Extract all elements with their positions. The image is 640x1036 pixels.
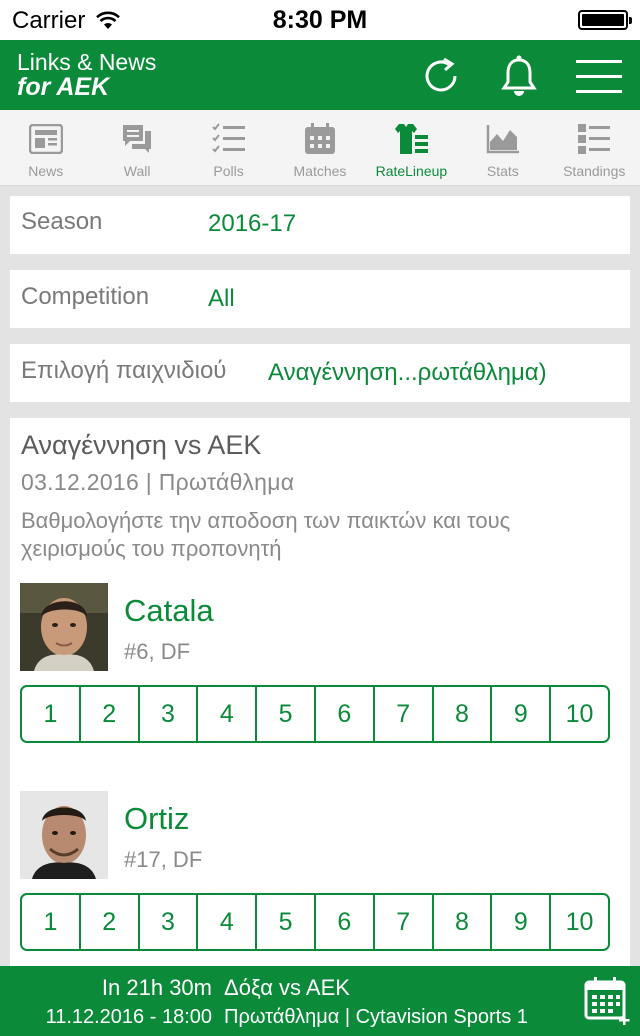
season-value[interactable]: 2016-17 [208, 210, 296, 238]
next-match-bar[interactable]: In 21h 30m Δόξα vs AEK 11.12.2016 - 18:0… [0, 966, 640, 1036]
rating-option[interactable]: 6 [316, 895, 375, 949]
game-select-value[interactable]: Αναγέννηση...ρωτάθλημα) [268, 359, 547, 387]
notifications-button[interactable] [496, 54, 542, 98]
tab-bar: News Wall Polls Matches RateLineup Stats… [0, 110, 640, 186]
rating-option[interactable]: 1 [22, 687, 81, 741]
rating-option[interactable]: 2 [81, 687, 140, 741]
rating-selector: 1 2 3 4 5 6 7 8 9 10 [20, 685, 610, 743]
rating-option[interactable]: 1 [22, 895, 81, 949]
rating-selector: 1 2 3 4 5 6 7 8 9 10 [20, 893, 610, 951]
refresh-icon [425, 57, 457, 92]
next-match-broadcast: Πρωτάθλημα | Cytavision Sports 1 [224, 1006, 528, 1028]
player-name[interactable]: Catala [124, 593, 214, 629]
tab-label: Standings [563, 163, 626, 179]
news-icon [28, 124, 63, 154]
rating-option[interactable]: 10 [551, 895, 608, 949]
app-title-line1: Links & News [17, 49, 157, 75]
rating-option[interactable]: 6 [316, 687, 375, 741]
bell-icon [501, 55, 537, 96]
competition-row[interactable]: Competition All [10, 270, 630, 328]
menu-button[interactable] [576, 54, 622, 98]
rating-option[interactable]: 5 [257, 687, 316, 741]
player-info: #17, DF [124, 847, 203, 872]
rating-option[interactable]: 2 [81, 895, 140, 949]
tab-polls[interactable]: Polls [183, 110, 274, 185]
rating-option[interactable]: 8 [434, 687, 493, 741]
tab-news[interactable]: News [0, 110, 91, 185]
player-card: Catala #6, DF 1 2 3 4 5 6 7 8 9 10 [20, 583, 620, 743]
wall-icon [123, 125, 152, 153]
rating-option[interactable]: 10 [551, 687, 608, 741]
rating-option[interactable]: 7 [375, 687, 434, 741]
tab-wall[interactable]: Wall [91, 110, 182, 185]
match-meta: 03.12.2016 | Πρωτάθλημα [21, 469, 295, 495]
rating-option[interactable]: 8 [434, 895, 493, 949]
rating-instructions: Βαθμολογήστε την αποδοση των παικτών και… [21, 508, 511, 561]
player-info: #6, DF [124, 639, 191, 664]
status-bar: Carrier 8:30 PM [0, 0, 640, 40]
season-row[interactable]: Season 2016-17 [10, 196, 630, 254]
next-match-name: Δόξα vs AEK [224, 975, 350, 1000]
competition-label: Competition [21, 283, 150, 310]
rating-option[interactable]: 4 [198, 687, 258, 741]
competition-value[interactable]: All [208, 285, 235, 313]
tab-label: News [28, 163, 64, 179]
game-select-label: Επιλογή παιχνιδιού [21, 357, 227, 384]
match-title: Αναγέννηση vs AEK [21, 430, 262, 460]
rate-lineup-card: Αναγέννηση vs AEK 03.12.2016 | Πρωτάθλημ… [10, 418, 630, 978]
add-to-calendar-button[interactable] [584, 976, 632, 1026]
app-title-line2: for AEK [17, 73, 110, 101]
player-photo [20, 791, 108, 879]
tab-label: Wall [123, 163, 151, 179]
tab-label: Polls [213, 163, 244, 179]
player-name[interactable]: Ortiz [124, 801, 189, 837]
player-photo [20, 583, 108, 671]
refresh-button[interactable] [418, 54, 464, 98]
polls-icon [211, 123, 245, 153]
rating-option[interactable]: 3 [140, 895, 199, 949]
rating-option[interactable]: 3 [140, 687, 199, 741]
menu-icon [576, 60, 622, 93]
app-header: Links & News for AEK [0, 40, 640, 124]
tab-label: Stats [486, 163, 519, 179]
tab-label: RateLineup [375, 163, 448, 179]
rating-option[interactable]: 7 [375, 895, 434, 949]
tab-ratelineup[interactable]: RateLineup [366, 110, 457, 185]
tab-label: Matches [293, 163, 347, 179]
add-calendar-icon [584, 977, 630, 1025]
tab-matches[interactable]: Matches [274, 110, 365, 185]
tab-stats[interactable]: Stats [457, 110, 548, 185]
calendar-icon [304, 123, 335, 154]
game-select-row[interactable]: Επιλογή παιχνιδιού Αναγέννηση...ρωτάθλημ… [10, 344, 630, 402]
player-card: Ortiz #17, DF 1 2 3 4 5 6 7 8 9 10 [20, 791, 620, 951]
season-label: Season [21, 208, 103, 235]
rating-option[interactable]: 9 [492, 687, 552, 741]
jersey-icon [395, 124, 429, 154]
standings-icon [578, 124, 611, 154]
status-time: 8:30 PM [272, 6, 368, 34]
rating-option[interactable]: 9 [492, 895, 552, 949]
next-match-countdown: In 21h 30m [101, 975, 212, 1000]
next-match-datetime: 11.12.2016 - 18:00 [45, 1006, 212, 1028]
stats-icon [486, 125, 519, 154]
rating-option[interactable]: 4 [198, 895, 258, 949]
tab-standings[interactable]: Standings [549, 110, 640, 185]
battery-icon [578, 10, 632, 30]
rating-option[interactable]: 5 [257, 895, 316, 949]
